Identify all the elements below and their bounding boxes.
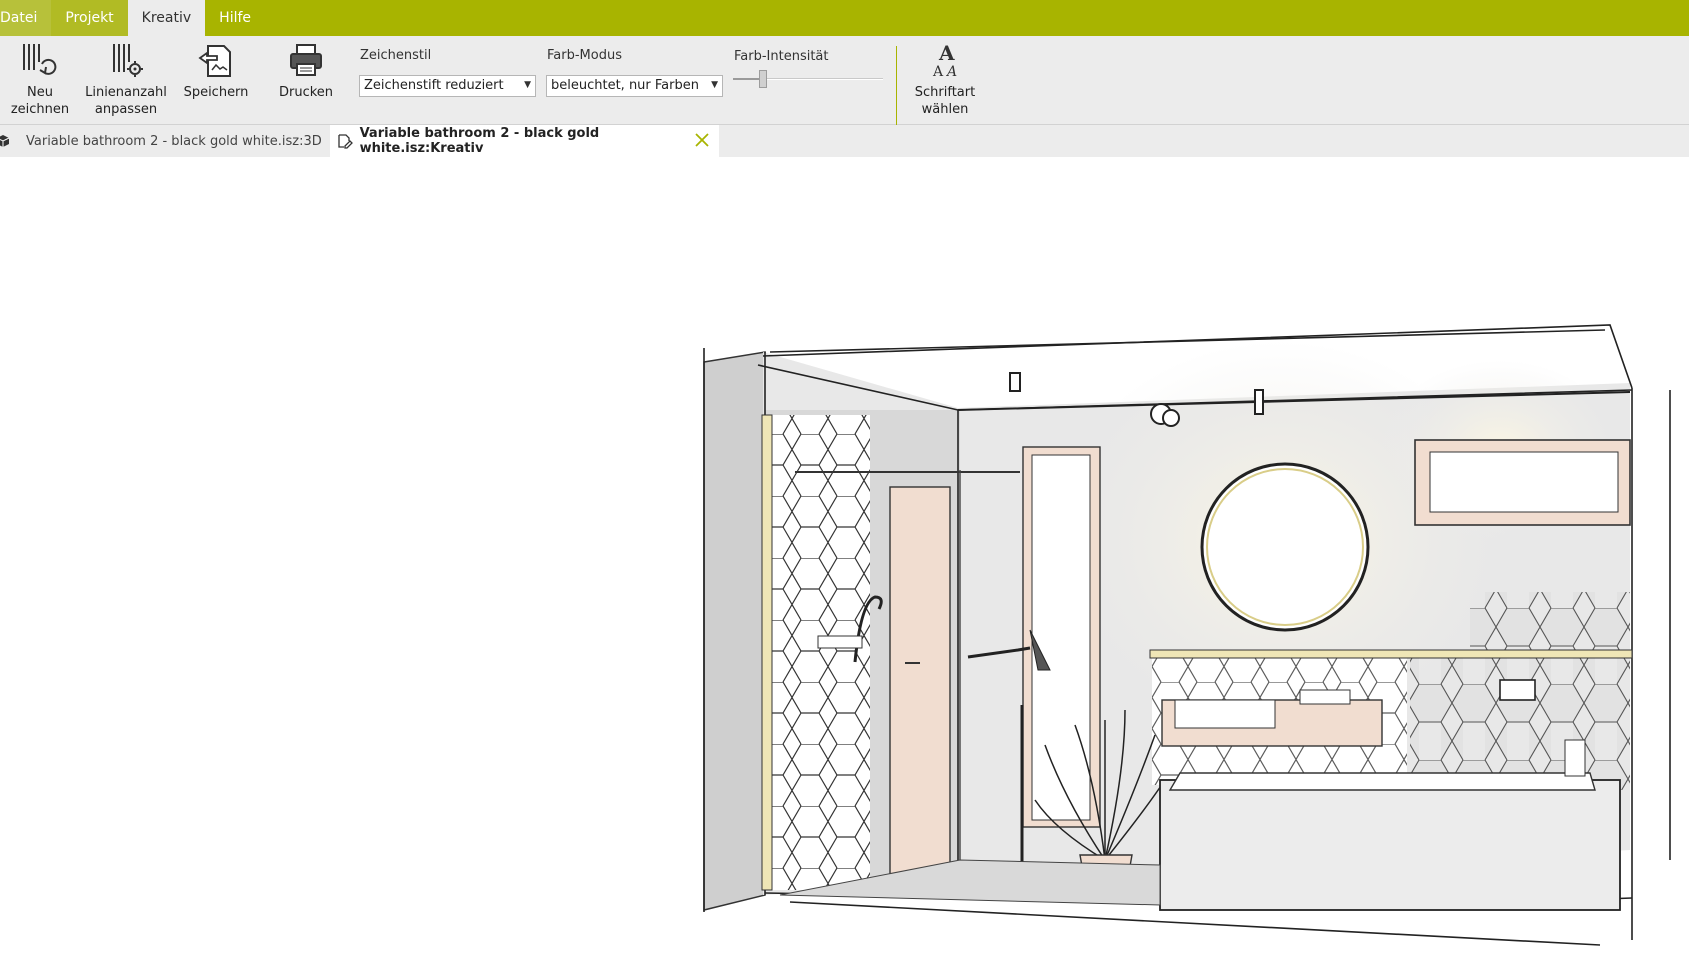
ribbon-separator bbox=[896, 46, 897, 126]
menu-tab-hilfe[interactable]: Hilfe bbox=[205, 0, 265, 36]
chevron-down-icon: ▼ bbox=[711, 80, 718, 90]
document-tab-bar: Variable bathroom 2 - black gold white.i… bbox=[0, 125, 1689, 157]
bathroom-sketch-illustration bbox=[703, 324, 1671, 946]
color-intensity-slider-thumb[interactable] bbox=[759, 70, 767, 88]
sketch-canvas[interactable] bbox=[0, 157, 1689, 975]
menu-bar: Datei Projekt Kreativ Hilfe bbox=[0, 0, 1689, 36]
left-wall bbox=[703, 351, 766, 911]
round-mirror bbox=[1200, 462, 1370, 632]
line-count-label: Linienanzahl anpassen bbox=[85, 85, 167, 117]
menu-tab-projekt[interactable]: Projekt bbox=[51, 0, 128, 36]
color-intensity-label: Farb-Intensität bbox=[734, 49, 829, 64]
svg-text:A: A bbox=[938, 41, 955, 65]
door bbox=[889, 486, 951, 878]
redraw-button[interactable]: Neu zeichnen bbox=[0, 40, 82, 118]
print-button[interactable]: Drucken bbox=[264, 40, 348, 101]
close-icon[interactable] bbox=[693, 131, 711, 149]
color-intensity-slider-track[interactable] bbox=[733, 78, 883, 80]
drawing-style-label: Zeichenstil bbox=[360, 48, 432, 63]
drawing-style-select[interactable]: Zeichenstift reduziert ▼ bbox=[359, 75, 536, 97]
print-label: Drucken bbox=[278, 85, 334, 100]
save-label: Speichern bbox=[183, 85, 249, 100]
color-mode-value: beleuchtet, nur Farben bbox=[551, 78, 699, 93]
tab-creative-view[interactable]: Variable bathroom 2 - black gold white.i… bbox=[330, 125, 719, 157]
save-export-icon bbox=[198, 45, 231, 77]
redraw-icon bbox=[23, 44, 57, 75]
tab-creative-label: Variable bathroom 2 - black gold white.i… bbox=[359, 126, 600, 156]
bathtub bbox=[1159, 779, 1621, 911]
chevron-down-icon: ▼ bbox=[524, 80, 531, 90]
svg-text:A: A bbox=[945, 64, 957, 80]
color-mode-select[interactable]: beleuchtet, nur Farben ▼ bbox=[546, 75, 723, 97]
save-button[interactable]: Speichern bbox=[174, 40, 258, 101]
tab-3d-label: Variable bathroom 2 - black gold white.i… bbox=[26, 133, 322, 149]
sketch-icon bbox=[336, 132, 354, 150]
printer-icon bbox=[290, 44, 322, 76]
line-settings-icon bbox=[113, 44, 143, 77]
tab-3d-view[interactable]: Variable bathroom 2 - black gold white.i… bbox=[0, 125, 330, 157]
menu-tab-kreativ[interactable]: Kreativ bbox=[127, 0, 206, 36]
font-button[interactable]: A A A Schriftart wählen bbox=[904, 40, 986, 118]
menu-tab-datei[interactable]: Datei bbox=[0, 0, 52, 36]
drawing-style-value: Zeichenstift reduziert bbox=[364, 78, 504, 93]
color-mode-label: Farb-Modus bbox=[547, 48, 622, 63]
font-label: Schriftart wählen bbox=[914, 85, 976, 117]
cube-icon bbox=[0, 132, 12, 150]
line-count-button[interactable]: Linienanzahl anpassen bbox=[84, 40, 168, 118]
redraw-label: Neu zeichnen bbox=[10, 85, 70, 117]
svg-text:A: A bbox=[932, 64, 944, 80]
font-icon: A A A bbox=[932, 41, 957, 80]
ribbon: Neu zeichnen Linienanzahl anpassen Speic… bbox=[0, 36, 1689, 126]
